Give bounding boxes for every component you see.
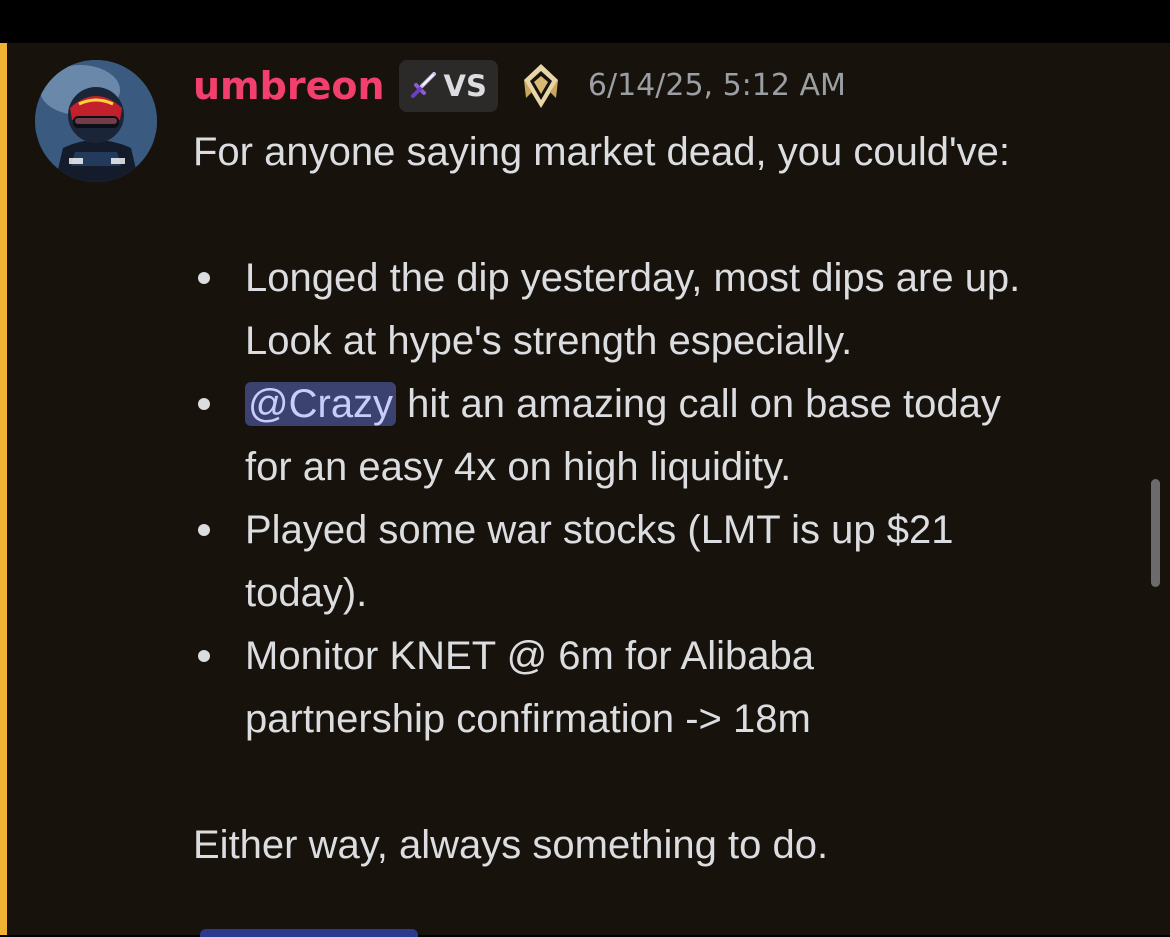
bullet-icon [198,398,210,410]
top-bar [0,0,1170,43]
bullet-icon [198,272,210,284]
message-content: For anyone saying market dead, you could… [193,121,1143,877]
bullet-icon [198,524,210,536]
valorant-rank-badge-icon[interactable] [520,62,562,110]
list-item: Played some war stocks (LMT is up $21 to… [193,499,1143,625]
list-item-line: Longed the dip yesterday, most dips are … [245,256,1021,300]
server-tag[interactable]: VS [398,60,498,112]
racing-driver-avatar [35,60,157,182]
timestamp[interactable]: 6/14/25, 5:12 AM [588,63,846,109]
list-item-line: today). [245,571,368,615]
mention-highlight-bar [0,43,7,935]
sword-icon [408,71,438,101]
bullet-list: Longed the dip yesterday, most dips are … [193,247,1143,751]
scrollbar-thumb[interactable] [1151,479,1160,587]
avatar[interactable] [35,60,157,182]
list-item-line: @Crazy hit an amazing call on base today [245,373,1143,436]
message-intro: For anyone saying market dead, you could… [193,130,1010,174]
message-outro: Either way, always something to do. [193,823,829,867]
list-item-line: partnership confirmation -> 18m [245,697,811,741]
list-item: Longed the dip yesterday, most dips are … [193,247,1143,373]
list-item: @Crazy hit an amazing call on base today… [193,373,1143,499]
list-item: Monitor KNET @ 6m for Alibaba partnershi… [193,625,1143,751]
server-tag-label: VS [443,69,487,103]
bullet-icon [198,650,210,662]
attachment-preview[interactable] [200,929,418,937]
chat-message: umbreon VS 6/14/25, 5:12 AM For anyone s… [0,43,1170,935]
message-header: umbreon VS 6/14/25, 5:12 AM [193,60,846,112]
list-item-line: Look at hype's strength especially. [245,319,853,363]
list-item-line: for an easy 4x on high liquidity. [245,445,792,489]
list-item-line: Played some war stocks (LMT is up $21 [245,508,954,552]
user-mention[interactable]: @Crazy [245,382,397,426]
list-item-line: Monitor KNET @ 6m for Alibaba [245,634,814,678]
list-item-text: hit an amazing call on base today [396,382,1001,426]
username[interactable]: umbreon [193,63,385,109]
